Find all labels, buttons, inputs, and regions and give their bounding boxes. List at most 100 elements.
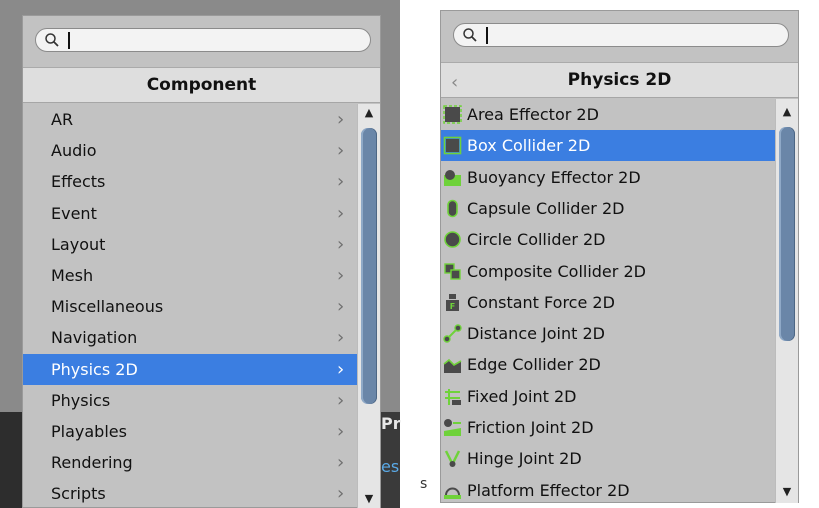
chevron-right-icon: › (337, 483, 345, 505)
component-item[interactable]: Capsule Collider 2D (441, 193, 775, 224)
page-title: Physics 2D (567, 70, 672, 90)
search-field[interactable] (35, 28, 371, 52)
component-label: Capsule Collider 2D (467, 198, 625, 218)
component-item[interactable]: F Constant Force 2D (441, 287, 775, 318)
add-component-popup: Component AR › Audio › Effects › Event › Layout ›… (22, 15, 381, 508)
category-label: Physics (51, 390, 111, 410)
component-item[interactable]: Area Effector 2D (441, 99, 775, 130)
component-item[interactable]: Composite Collider 2D (441, 256, 775, 287)
component-item[interactable]: Circle Collider 2D (441, 224, 775, 255)
chevron-right-icon: › (337, 265, 345, 286)
category-label: Layout (51, 234, 106, 254)
component-label: Platform Effector 2D (467, 480, 630, 500)
vertical-scrollbar[interactable]: ▲ ▼ (357, 104, 380, 508)
scroll-up-icon[interactable]: ▲ (776, 103, 798, 121)
chevron-right-icon: › (337, 109, 345, 130)
chevron-right-icon: › (337, 389, 345, 411)
component-item[interactable]: Friction Joint 2D (441, 412, 775, 443)
category-item[interactable]: Physics › (23, 385, 357, 416)
chevron-right-icon: › (337, 327, 345, 349)
background-text-fragment: s (420, 476, 428, 492)
buoyancy-effector-icon (444, 169, 461, 186)
category-list: AR › Audio › Effects › Event › Layout › Mesh › Misce… (23, 104, 357, 508)
component-item[interactable]: Edge Collider 2D (441, 349, 775, 380)
category-item[interactable]: Physics 2D › (23, 353, 357, 385)
box-collider-icon (443, 136, 462, 155)
category-label: Miscellaneous (51, 297, 164, 317)
chevron-right-icon: › (337, 296, 345, 318)
popup-header: ‹ Physics 2D (441, 62, 798, 98)
category-item[interactable]: Mesh › (23, 260, 357, 291)
component-item[interactable]: Box Collider 2D (441, 130, 775, 162)
category-label: Rendering (51, 453, 133, 473)
chevron-right-icon: › (337, 421, 345, 442)
search-icon (45, 33, 59, 47)
component-item[interactable]: Platform Effector 2D (441, 475, 775, 503)
category-item[interactable]: Event › (23, 198, 357, 229)
category-label: Event (51, 203, 97, 223)
hinge-joint-icon (444, 450, 461, 468)
vertical-scrollbar[interactable]: ▲ ▼ (775, 99, 798, 503)
page-title: Component (146, 75, 257, 95)
scrollbar-thumb[interactable] (361, 128, 377, 404)
category-item[interactable]: Navigation › (23, 322, 357, 353)
svg-text:F: F (450, 302, 455, 311)
fixed-joint-icon (445, 388, 461, 405)
scrollbar-thumb[interactable] (779, 127, 795, 341)
category-item[interactable]: Scripts › (23, 478, 357, 508)
back-arrow-icon[interactable]: ‹ (451, 66, 458, 100)
distance-joint-icon (443, 324, 462, 343)
area-effector-icon (443, 105, 462, 124)
scroll-down-icon[interactable]: ▼ (776, 483, 798, 501)
edge-collider-icon (443, 359, 462, 374)
component-label: Hinge Joint 2D (467, 449, 582, 469)
component-label: Composite Collider 2D (467, 261, 646, 281)
category-label: Effects (51, 172, 106, 192)
popup-header: Component (23, 67, 380, 103)
search-icon (463, 28, 477, 42)
component-label: Distance Joint 2D (467, 324, 605, 344)
scroll-down-icon[interactable]: ▼ (358, 490, 380, 508)
component-item[interactable]: Buoyancy Effector 2D (441, 162, 775, 193)
component-item[interactable]: Hinge Joint 2D (441, 443, 775, 474)
category-label: Navigation (51, 328, 138, 348)
chevron-right-icon: › (337, 233, 345, 255)
component-list: Area Effector 2D Box Collider 2D Buoyancy … (441, 99, 775, 503)
chevron-right-icon: › (337, 140, 345, 162)
capsule-collider-icon (447, 199, 458, 218)
constant-force-icon: F (446, 293, 459, 311)
category-item[interactable]: Playables › (23, 416, 357, 447)
component-label: Area Effector 2D (467, 105, 599, 124)
chevron-right-icon: › (337, 358, 345, 380)
category-label: Mesh (51, 266, 94, 285)
category-item[interactable]: Effects › (23, 166, 357, 197)
composite-collider-icon (444, 262, 461, 280)
platform-effector-icon (444, 487, 461, 499)
component-item[interactable]: Fixed Joint 2D (441, 381, 775, 412)
component-label: Edge Collider 2D (467, 355, 601, 375)
category-item[interactable]: Layout › (23, 229, 357, 260)
text-caret (68, 32, 70, 49)
physics2d-popup: ‹ Physics 2D Area Effector 2D Box Collide… (440, 10, 799, 503)
chevron-right-icon: › (337, 452, 345, 474)
category-label: AR (51, 110, 74, 129)
scroll-up-icon[interactable]: ▲ (358, 104, 380, 122)
category-label: Physics 2D (51, 359, 138, 379)
background-text-fragment: es (381, 457, 400, 476)
search-field[interactable] (453, 23, 789, 47)
component-label: Buoyancy Effector 2D (467, 167, 641, 187)
background-text-fragment: Pr (381, 414, 401, 433)
category-label: Scripts (51, 484, 106, 504)
component-label: Friction Joint 2D (467, 418, 594, 437)
component-label: Fixed Joint 2D (467, 386, 577, 406)
component-label: Box Collider 2D (467, 136, 591, 156)
chevron-right-icon: › (337, 202, 345, 224)
component-item[interactable]: Distance Joint 2D (441, 318, 775, 349)
chevron-right-icon: › (337, 171, 345, 193)
category-item[interactable]: Rendering › (23, 447, 357, 478)
component-label: Circle Collider 2D (467, 230, 606, 250)
category-item[interactable]: AR › (23, 104, 357, 135)
category-item[interactable]: Audio › (23, 135, 357, 166)
text-caret (486, 27, 488, 44)
category-item[interactable]: Miscellaneous › (23, 291, 357, 322)
